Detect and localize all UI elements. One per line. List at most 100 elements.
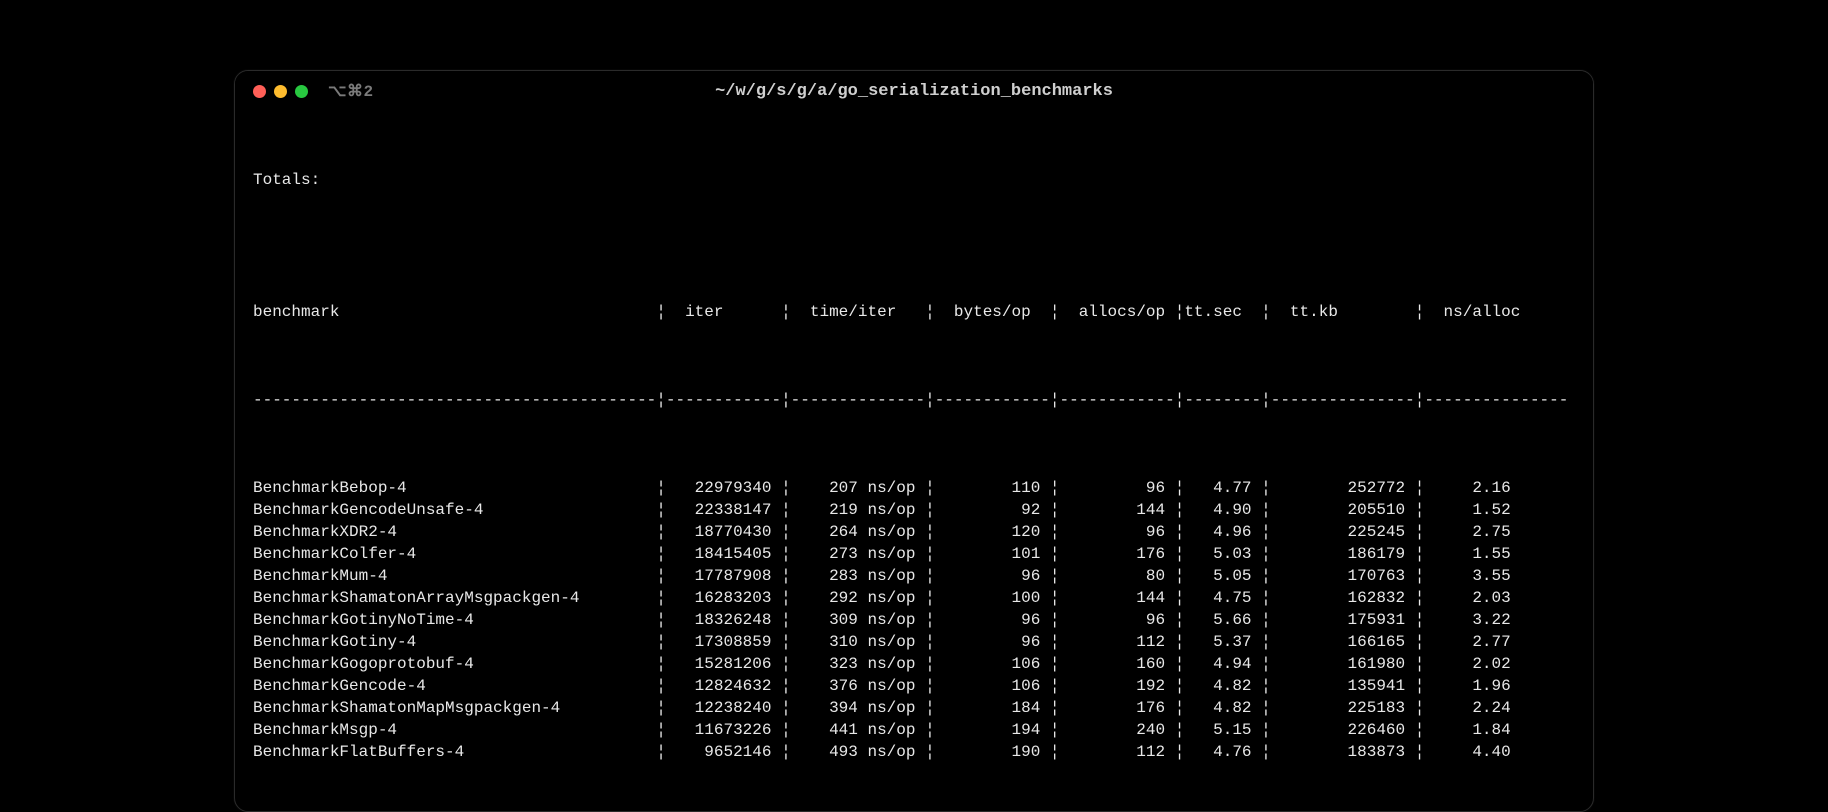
- column-separator: ¦: [1261, 675, 1271, 697]
- column-separator: ¦: [925, 741, 935, 763]
- cell-allocs: 96: [1060, 609, 1175, 631]
- cell-bytes: 184: [935, 697, 1050, 719]
- cell-time: 219 ns/op: [791, 499, 925, 521]
- cell-iter: 11673226: [666, 719, 781, 741]
- table-row: BenchmarkColfer-4¦ 18415405 ¦ 273 ns/op …: [253, 543, 1575, 565]
- cell-nsalloc: 2.75: [1424, 521, 1510, 543]
- column-separator: ¦: [656, 301, 666, 323]
- column-separator: ¦: [1175, 543, 1185, 565]
- cell-bytes: 110: [935, 477, 1050, 499]
- column-separator: ¦: [1261, 499, 1271, 521]
- cell-bytes: 106: [935, 653, 1050, 675]
- cell-bytes: 106: [935, 675, 1050, 697]
- column-separator: ¦: [1175, 675, 1185, 697]
- cell-ttkb: 175931: [1271, 609, 1415, 631]
- zoom-icon[interactable]: [295, 85, 308, 98]
- window-title: ~/w/g/s/g/a/go_serialization_benchmarks: [715, 82, 1113, 101]
- column-separator: ¦: [1050, 389, 1060, 411]
- column-separator: ¦: [1050, 609, 1060, 631]
- column-separator: ¦: [1415, 719, 1425, 741]
- column-separator: ¦: [925, 565, 935, 587]
- column-separator: ¦: [1261, 521, 1271, 543]
- cell-nsalloc: 2.77: [1424, 631, 1510, 653]
- column-separator: ¦: [781, 543, 791, 565]
- cell-time: 207 ns/op: [791, 477, 925, 499]
- column-separator: ¦: [781, 697, 791, 719]
- column-separator: ¦: [1175, 301, 1185, 323]
- cell-ttsec: 4.90: [1184, 499, 1261, 521]
- col-header-allocs: allocs/op: [1060, 301, 1175, 323]
- column-separator: ¦: [1050, 543, 1060, 565]
- column-separator: ¦: [1050, 587, 1060, 609]
- terminal-content[interactable]: Totals: benchmark¦ iter¦ time/iter¦ byte…: [235, 111, 1593, 811]
- column-separator: ¦: [925, 719, 935, 741]
- column-separator: ¦: [781, 565, 791, 587]
- column-separator: ¦: [1415, 653, 1425, 675]
- column-separator: ¦: [656, 631, 666, 653]
- cell-ttsec: 4.82: [1184, 675, 1261, 697]
- cell-time: 264 ns/op: [791, 521, 925, 543]
- table-row: BenchmarkGotinyNoTime-4¦ 18326248 ¦ 309 …: [253, 609, 1575, 631]
- column-separator: ¦: [1050, 301, 1060, 323]
- cell-allocs: 112: [1060, 741, 1175, 763]
- terminal-window: ⌥⌘2 ~/w/g/s/g/a/go_serialization_benchma…: [234, 70, 1594, 812]
- col-header-ttsec: tt.sec: [1184, 301, 1261, 323]
- divider-segment: ------------: [666, 389, 781, 411]
- cell-allocs: 176: [1060, 697, 1175, 719]
- cell-iter: 17308859: [666, 631, 781, 653]
- cell-allocs: 80: [1060, 565, 1175, 587]
- cell-iter: 15281206: [666, 653, 781, 675]
- column-separator: ¦: [925, 521, 935, 543]
- window-titlebar[interactable]: ⌥⌘2 ~/w/g/s/g/a/go_serialization_benchma…: [235, 71, 1593, 111]
- cell-ttkb: 225183: [1271, 697, 1415, 719]
- column-separator: ¦: [1175, 521, 1185, 543]
- column-separator: ¦: [1050, 631, 1060, 653]
- cell-name: BenchmarkXDR2-4: [253, 521, 656, 543]
- cell-name: BenchmarkGotiny-4: [253, 631, 656, 653]
- table-divider: ----------------------------------------…: [253, 389, 1575, 411]
- column-separator: ¦: [656, 477, 666, 499]
- cell-name: BenchmarkColfer-4: [253, 543, 656, 565]
- minimize-icon[interactable]: [274, 85, 287, 98]
- cell-iter: 18326248: [666, 609, 781, 631]
- column-separator: ¦: [1261, 697, 1271, 719]
- column-separator: ¦: [1050, 741, 1060, 763]
- column-separator: ¦: [1261, 565, 1271, 587]
- cell-ttkb: 183873: [1271, 741, 1415, 763]
- column-separator: ¦: [656, 565, 666, 587]
- close-icon[interactable]: [253, 85, 266, 98]
- column-separator: ¦: [656, 719, 666, 741]
- cell-name: BenchmarkMsgp-4: [253, 719, 656, 741]
- cell-name: BenchmarkBebop-4: [253, 477, 656, 499]
- cell-ttkb: 162832: [1271, 587, 1415, 609]
- column-separator: ¦: [656, 609, 666, 631]
- column-separator: ¦: [925, 587, 935, 609]
- cell-allocs: 176: [1060, 543, 1175, 565]
- table-row: BenchmarkShamatonMapMsgpackgen-4¦ 122382…: [253, 697, 1575, 719]
- cell-ttsec: 4.76: [1184, 741, 1261, 763]
- cell-time: 273 ns/op: [791, 543, 925, 565]
- table-row: BenchmarkXDR2-4¦ 18770430 ¦ 264 ns/op ¦ …: [253, 521, 1575, 543]
- cell-iter: 17787908: [666, 565, 781, 587]
- column-separator: ¦: [781, 609, 791, 631]
- column-separator: ¦: [1175, 741, 1185, 763]
- cell-nsalloc: 2.24: [1424, 697, 1510, 719]
- cell-iter: 18415405: [666, 543, 781, 565]
- cell-name: BenchmarkGencode-4: [253, 675, 656, 697]
- column-separator: ¦: [781, 477, 791, 499]
- column-separator: ¦: [925, 609, 935, 631]
- cell-iter: 22979340: [666, 477, 781, 499]
- cell-name: BenchmarkFlatBuffers-4: [253, 741, 656, 763]
- column-separator: ¦: [656, 697, 666, 719]
- cell-time: 292 ns/op: [791, 587, 925, 609]
- column-separator: ¦: [656, 499, 666, 521]
- cell-bytes: 96: [935, 631, 1050, 653]
- column-separator: ¦: [1415, 543, 1425, 565]
- column-separator: ¦: [781, 631, 791, 653]
- cell-bytes: 190: [935, 741, 1050, 763]
- column-separator: ¦: [1261, 719, 1271, 741]
- column-separator: ¦: [1175, 609, 1185, 631]
- column-separator: ¦: [1050, 565, 1060, 587]
- column-separator: ¦: [1415, 389, 1425, 411]
- column-separator: ¦: [1415, 499, 1425, 521]
